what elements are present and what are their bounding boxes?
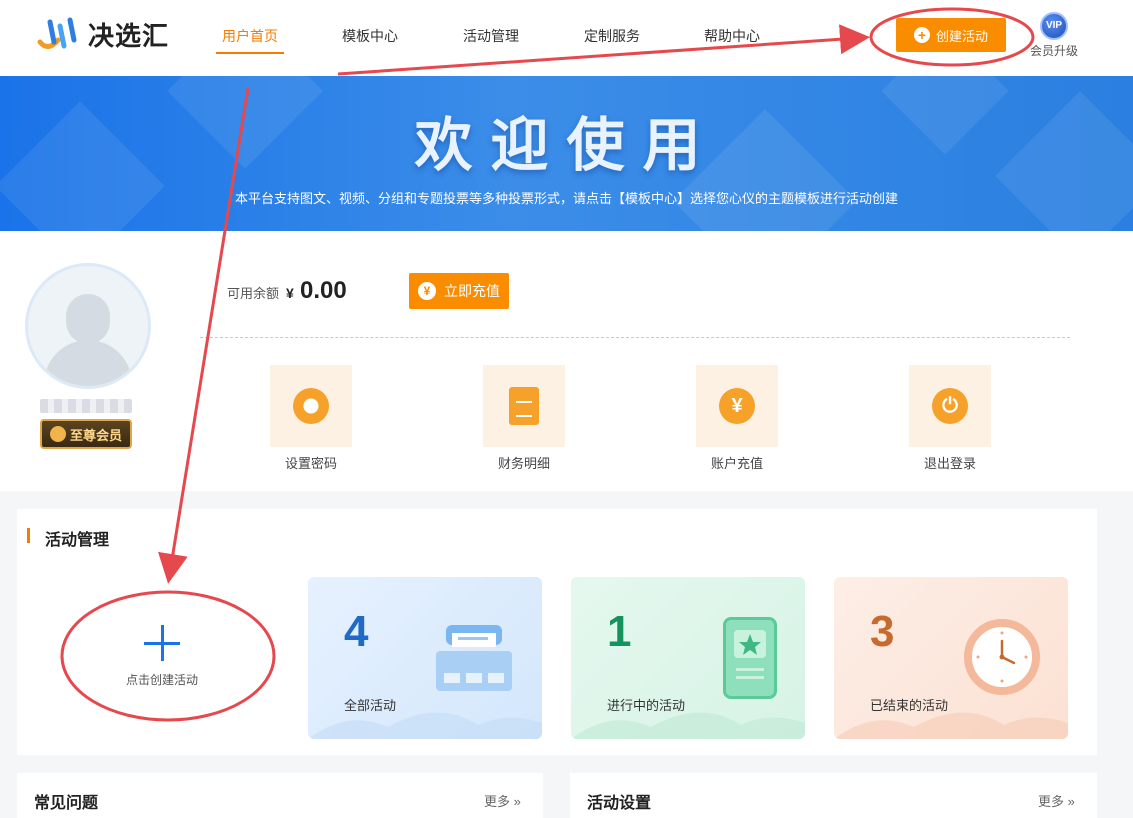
activity-settings-title: 活动设置 — [587, 795, 652, 812]
vip-badge-icon: VIP — [1040, 12, 1068, 40]
account-recharge-action[interactable]: ¥ 账户充值 — [682, 365, 792, 472]
finance-details-action[interactable]: 财务明细 — [469, 365, 579, 472]
document-icon — [483, 365, 565, 447]
power-icon: ⏻ — [909, 365, 991, 447]
ongoing-activities-card[interactable]: 1 进行中的活动 — [571, 577, 805, 739]
yen-icon: ¥ — [418, 282, 436, 300]
faq-more-link[interactable]: 更多 » — [484, 791, 521, 810]
faq-panel: 常见问题 更多 » — [17, 773, 543, 818]
phone-star-icon — [723, 617, 777, 699]
activity-management-section: 活动管理 点击创建活动 4 全部活动 1 进行中的活动 3 已结束的活动 — [17, 509, 1097, 755]
member-level-badge: 至尊会员 — [40, 419, 132, 449]
faq-title: 常见问题 — [34, 795, 99, 812]
coin-icon — [49, 426, 66, 442]
banner-subtitle: 本平台支持图文、视频、分组和专题投票等多种投票形式，请点击【模板中心】选择您心仪… — [234, 191, 898, 206]
member-level-label: 至尊会员 — [69, 427, 122, 443]
nav-template-center[interactable]: 模板中心 — [342, 26, 398, 46]
finance-details-label: 财务明细 — [497, 456, 550, 471]
ended-activities-card[interactable]: 3 已结束的活动 — [834, 577, 1068, 739]
decorative-hills — [571, 712, 805, 739]
vip-upgrade[interactable]: VIP 会员升级 — [1026, 12, 1082, 59]
balance-value: 0.00 — [300, 277, 347, 304]
username-blurred — [40, 399, 132, 413]
nav-active-indicator — [216, 52, 284, 54]
logo[interactable]: 决选汇 — [36, 14, 169, 54]
banner-title: 欢迎使用 — [414, 113, 719, 178]
all-activities-count: 4 — [344, 607, 369, 656]
create-activity-tile-label: 点击创建活动 — [125, 673, 198, 687]
clock-icon — [964, 619, 1040, 695]
inbox-icon — [436, 625, 512, 691]
all-activities-card[interactable]: 4 全部活动 — [308, 577, 542, 739]
currency-symbol: ¥ — [286, 285, 294, 301]
activity-settings-panel: 活动设置 更多 » — [570, 773, 1097, 818]
ongoing-activities-count: 1 — [607, 607, 632, 656]
logout-action[interactable]: ⏻ 退出登录 — [895, 365, 1005, 472]
avatar[interactable] — [25, 263, 151, 389]
recharge-now-label: 立即充值 — [444, 283, 500, 299]
plus-icon — [144, 625, 180, 661]
nav-help-center[interactable]: 帮助中心 — [704, 26, 760, 46]
decorative-hills — [834, 712, 1068, 739]
welcome-banner: 欢迎使用 本平台支持图文、视频、分组和专题投票等多种投票形式，请点击【模板中心】… — [0, 76, 1133, 231]
nav-user-home[interactable]: 用户首页 — [222, 26, 278, 46]
user-profile-section: 至尊会员 可用余额 ¥ 0.00 ¥ 立即充值 设置密码 财务明细 ¥ 账户充值… — [0, 231, 1133, 491]
decorative-hills — [308, 712, 542, 739]
ended-activities-count: 3 — [870, 607, 895, 656]
logo-mark-icon — [37, 17, 77, 49]
set-password-action[interactable]: 设置密码 — [256, 365, 366, 472]
nav-activity-management[interactable]: 活动管理 — [463, 26, 519, 46]
gear-icon — [270, 365, 352, 447]
recharge-now-button[interactable]: ¥ 立即充值 — [409, 273, 509, 309]
plus-circle-icon: + — [913, 27, 930, 43]
nav-custom-service[interactable]: 定制服务 — [584, 26, 640, 46]
logout-label: 退出登录 — [923, 456, 976, 471]
create-activity-button[interactable]: + 创建活动 — [896, 18, 1006, 52]
divider — [200, 337, 1070, 338]
account-recharge-label: 账户充值 — [710, 456, 763, 471]
vip-upgrade-label: 会员升级 — [1029, 44, 1078, 58]
avatar-head — [66, 294, 110, 344]
yen-coin-icon: ¥ — [696, 365, 778, 447]
section-accent-bar — [27, 528, 30, 543]
top-header: 决选汇 用户首页 模板中心 活动管理 定制服务 帮助中心 + 创建活动 VIP … — [0, 0, 1133, 76]
set-password-label: 设置密码 — [284, 456, 337, 471]
create-activity-label: 创建活动 — [935, 28, 988, 44]
create-activity-tile[interactable]: 点击创建活动 — [77, 589, 247, 699]
logo-text: 决选汇 — [88, 20, 170, 51]
balance-label: 可用余额 — [227, 286, 280, 301]
avatar-body — [44, 340, 132, 386]
section-title: 活动管理 — [45, 532, 110, 549]
activity-settings-more-link[interactable]: 更多 » — [1038, 791, 1075, 810]
